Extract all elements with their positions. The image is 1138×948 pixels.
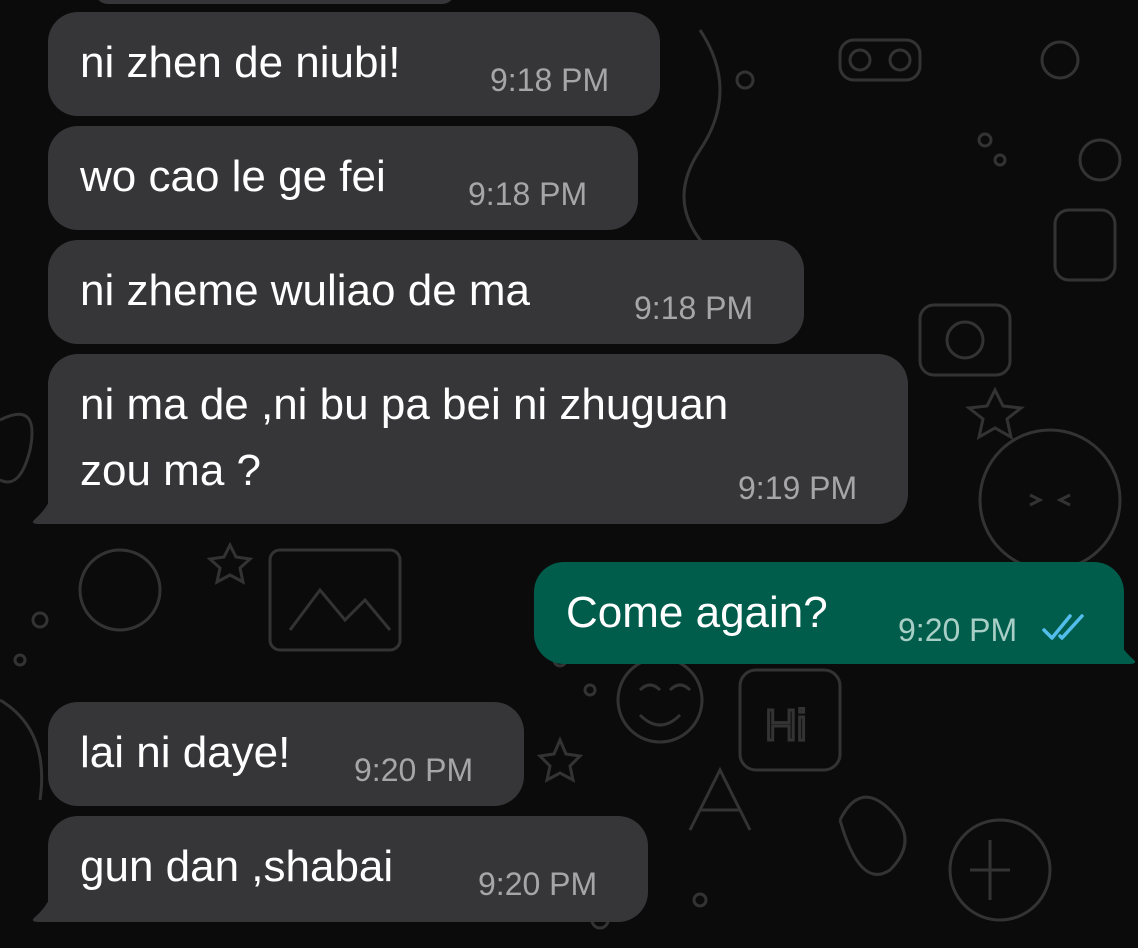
message-time: 9:18 PM	[490, 62, 610, 98]
message-text-line: zou ma ?	[80, 446, 261, 495]
double-check-icon	[1042, 614, 1084, 640]
message-time: 9:20 PM	[354, 752, 474, 788]
message-time: 9:18 PM	[468, 176, 588, 212]
incoming-message[interactable]: ni zheme wuliao de ma 9:18 PM	[48, 240, 804, 344]
message-time: 9:20 PM	[898, 612, 1018, 648]
message-time: 9:20 PM	[478, 866, 598, 902]
message-text: ni zhen de niubi!	[80, 38, 401, 87]
previous-message-bubble	[95, 0, 455, 4]
hi-doodle-label: Hi	[765, 701, 807, 750]
message-text: ni zheme wuliao de ma	[80, 266, 531, 315]
incoming-message[interactable]: wo cao le ge fei 9:18 PM	[48, 126, 638, 230]
incoming-message[interactable]: gun dan ,shabai 9:20 PM	[48, 816, 648, 922]
message-text: wo cao le ge fei	[80, 152, 386, 201]
incoming-message[interactable]: ni ma de ,ni bu pa bei ni zhuguan zou ma…	[48, 354, 908, 524]
message-text: Come again?	[566, 588, 828, 637]
incoming-message[interactable]: ni zhen de niubi! 9:18 PM	[48, 12, 660, 116]
message-text: lai ni daye!	[80, 728, 291, 777]
outgoing-message[interactable]: Come again? 9:20 PM	[534, 562, 1124, 664]
message-text-line: ni ma de ,ni bu pa bei ni zhuguan	[80, 380, 729, 429]
incoming-message[interactable]: lai ni daye! 9:20 PM	[48, 702, 524, 806]
chat-view[interactable]: Hi ni zhen de niubi! 9:18 PM wo cao le g…	[0, 0, 1138, 948]
message-text: gun dan ,shabai	[80, 842, 394, 891]
message-time: 9:18 PM	[634, 290, 754, 326]
message-time: 9:19 PM	[738, 470, 858, 506]
